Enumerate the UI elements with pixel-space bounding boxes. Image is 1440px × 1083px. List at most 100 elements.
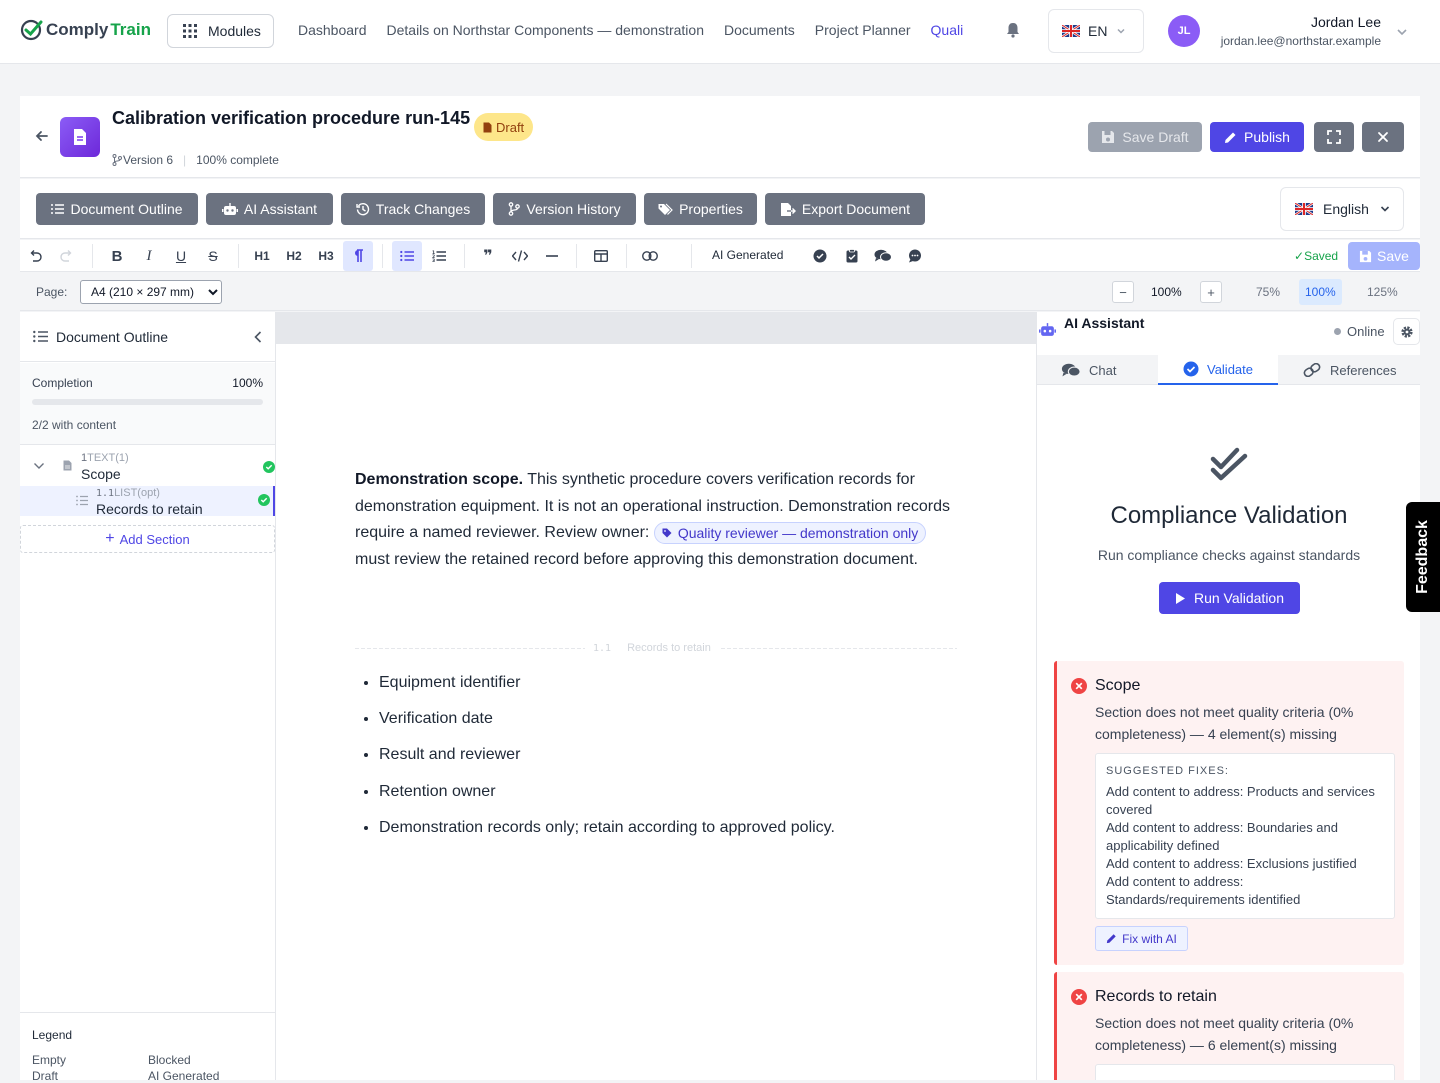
scope-paragraph[interactable]: Demonstration scope. This synthetic proc… [355, 467, 955, 573]
chevron-down-icon[interactable] [1395, 25, 1409, 39]
records-list[interactable]: Equipment identifier Verification date R… [379, 674, 835, 855]
zoom-preset-75[interactable]: 75% [1250, 279, 1286, 305]
blockquote-button[interactable]: ❞ [473, 241, 503, 271]
status-badge: Draft [474, 113, 534, 141]
zoom-preset-125[interactable]: 125% [1361, 279, 1404, 305]
ai-assistant-button[interactable]: AI Assistant [206, 193, 333, 225]
outline-item-records-to-retain[interactable]: 1.1LIST(opt) Records to retain [20, 486, 275, 517]
version-history-button[interactable]: Version History [493, 193, 636, 225]
nav-dashboard[interactable]: Dashboard [298, 22, 367, 38]
file-export-icon [780, 202, 796, 216]
bell-icon[interactable] [1004, 21, 1022, 39]
comments-button[interactable] [868, 241, 898, 271]
save-icon [1359, 250, 1372, 262]
zoom-out-button[interactable]: − [1112, 281, 1134, 303]
zoom-preset-100[interactable]: 100% [1299, 279, 1342, 305]
modules-button[interactable]: Modules [167, 14, 274, 48]
ai-settings-button[interactable] [1393, 318, 1420, 345]
completion-progress-bar [32, 399, 263, 405]
bold-button[interactable]: B [102, 241, 132, 271]
ai-generated-label[interactable]: AI Generated [712, 248, 783, 262]
export-document-button[interactable]: Export Document [765, 193, 925, 225]
page-size-select[interactable]: A4 (210 × 297 mm) [80, 280, 222, 304]
list-icon [76, 495, 88, 506]
document-outline-button[interactable]: Document Outline [36, 193, 198, 225]
clipboard-check-button[interactable] [837, 241, 867, 271]
track-changes-button[interactable]: Track Changes [341, 193, 485, 225]
gear-icon [1400, 325, 1413, 338]
outline-legend: Legend Empty Blocked Draft AI Generated [20, 1012, 275, 1083]
branch-icon [112, 154, 122, 166]
outline-item-number: 1.1 [96, 488, 115, 499]
zoom-in-button[interactable]: + [1200, 281, 1222, 303]
heading-2-button[interactable]: H2 [279, 241, 309, 271]
table-button[interactable] [586, 241, 616, 271]
check-circle-icon [813, 249, 827, 263]
italic-button[interactable]: I [134, 241, 164, 271]
outline-item-scope[interactable]: 1TEXT(1) Scope [20, 449, 275, 485]
code-button[interactable] [505, 241, 535, 271]
save-draft-button[interactable]: Save Draft [1088, 122, 1202, 152]
comment-dots-icon [909, 249, 921, 263]
track-changes-label: Track Changes [375, 201, 471, 217]
play-icon [1175, 592, 1185, 604]
comments-icon [874, 249, 892, 262]
redo-button[interactable] [52, 241, 82, 271]
fullscreen-button[interactable] [1314, 122, 1354, 152]
publish-label: Publish [1244, 129, 1290, 145]
link-button[interactable] [635, 241, 665, 271]
comment-dots-button[interactable] [900, 241, 930, 271]
tab-chat[interactable]: Chat [1061, 355, 1116, 385]
fix-with-ai-button[interactable]: Fix with AI [1095, 926, 1188, 951]
save-button[interactable]: Save [1348, 242, 1420, 270]
numbered-list-button[interactable]: 123 [424, 241, 454, 271]
chevron-down-icon [1117, 28, 1125, 34]
file-icon [483, 122, 492, 132]
bullet-list-button[interactable] [392, 241, 422, 271]
heading-3-button[interactable]: H3 [311, 241, 341, 271]
add-section-button[interactable]: + Add Section [20, 525, 275, 553]
document-language-selector[interactable]: English [1280, 187, 1404, 231]
nav-project-planner[interactable]: Project Planner [815, 22, 911, 38]
user-info[interactable]: Jordan Lee jordan.lee@northstar.example [1221, 14, 1381, 48]
paragraph-button[interactable] [343, 241, 373, 271]
close-icon [1378, 132, 1388, 142]
close-button[interactable] [1362, 122, 1404, 152]
uk-flag-icon [1062, 25, 1080, 37]
chevron-left-icon[interactable] [253, 331, 263, 343]
app-logo[interactable]: Comply Train [20, 18, 151, 42]
double-check-icon [1210, 447, 1248, 481]
arrow-left-icon[interactable] [34, 128, 50, 144]
tab-references[interactable]: References [1302, 355, 1396, 385]
meta-separator: | [183, 153, 187, 167]
suggested-fix: Add content to address: Boundaries and a… [1106, 820, 1338, 853]
nav-quality[interactable]: Quali [931, 22, 964, 38]
strikethrough-button[interactable]: S [198, 241, 228, 271]
undo-button[interactable] [20, 241, 50, 271]
document-page[interactable]: Demonstration scope. This synthetic proc… [276, 344, 1036, 1080]
uk-flag-icon [1295, 203, 1313, 215]
tab-validate[interactable]: Validate [1158, 355, 1278, 385]
version-info: Version 6 [112, 153, 173, 167]
publish-button[interactable]: Publish [1210, 122, 1304, 152]
review-owner-chip[interactable]: Quality reviewer — demonstration only [653, 521, 927, 544]
horizontal-rule-button[interactable] [537, 241, 567, 271]
chevron-down-icon[interactable] [33, 461, 45, 471]
svg-text:3: 3 [432, 258, 435, 262]
avatar[interactable]: JL [1168, 15, 1200, 47]
feedback-tab[interactable]: Feedback [1406, 502, 1440, 612]
comments-icon [1061, 363, 1081, 377]
approve-button[interactable] [805, 241, 835, 271]
page-zoom-bar: Page: A4 (210 × 297 mm) − 100% + 75% 100… [20, 273, 1420, 311]
check-circle-icon [263, 461, 275, 473]
heading-1-button[interactable]: H1 [247, 241, 277, 271]
underline-button[interactable]: U [166, 241, 196, 271]
properties-button[interactable]: Properties [644, 193, 757, 225]
validation-result-records: Records to retain Section does not meet … [1054, 972, 1404, 1080]
check-circle-icon [1183, 361, 1199, 377]
run-validation-button[interactable]: Run Validation [1159, 582, 1300, 614]
nav-project-details[interactable]: Details on Northstar Components — demons… [387, 22, 704, 38]
user-email: jordan.lee@northstar.example [1220, 34, 1381, 48]
language-selector[interactable]: EN [1048, 9, 1144, 53]
nav-documents[interactable]: Documents [724, 22, 795, 38]
